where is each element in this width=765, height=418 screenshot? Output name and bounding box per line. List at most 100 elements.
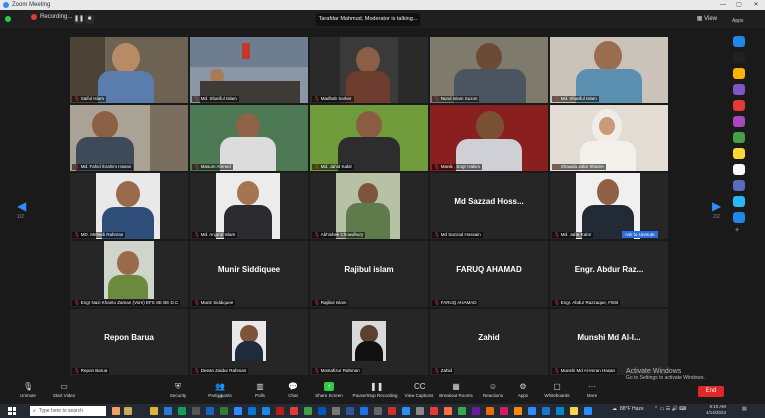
taskbar-app-icon[interactable] (472, 407, 480, 415)
ask-to-unmute-badge[interactable]: Ask to Unmute (622, 231, 658, 238)
taskbar-app-icon[interactable] (124, 407, 132, 415)
video-tile[interactable]: 🎙Md. Shariful Islam (190, 37, 308, 103)
name-only-tile[interactable]: Munir Siddiquee 🎙Munir Siddiquee (190, 241, 308, 307)
taskbar-app-icon[interactable] (112, 407, 120, 415)
video-tile[interactable]: 🎙Md. Shariful Islam (550, 37, 668, 103)
taskbar-app-icon[interactable] (402, 407, 410, 415)
maximize-button[interactable]: ▢ (732, 0, 746, 10)
system-tray-icons[interactable]: ⌃ ▭ ☰ 🔊 ⌨ (654, 406, 686, 412)
view-captions-button[interactable]: CC View Captions (399, 382, 439, 398)
app-icon[interactable] (733, 84, 745, 95)
taskbar-app-icon[interactable] (178, 407, 186, 415)
name-only-tile[interactable]: Repon Barua 🎙Repon Barua (70, 309, 188, 375)
taskbar-app-icon[interactable] (164, 407, 172, 415)
taskbar-app-icon[interactable] (304, 407, 312, 415)
taskbar-app-icon[interactable] (570, 407, 578, 415)
taskbar-app-icon[interactable] (556, 407, 564, 415)
taskbar-app-icon[interactable] (388, 407, 396, 415)
breakout-rooms-button[interactable]: ▦ Breakout Rooms (436, 382, 476, 398)
taskbar-app-icon[interactable] (276, 407, 284, 415)
video-tile[interactable]: 🎙MD. Mehedi Rahman (70, 173, 188, 239)
app-icon[interactable] (733, 180, 745, 191)
video-tile[interactable]: 🎙Md. Jafar Kabir Ask to Unmute (550, 173, 668, 239)
video-tile[interactable]: 🎙Shawda Jafar Shame (550, 105, 668, 171)
app-icon[interactable] (733, 52, 745, 63)
video-tile[interactable]: 🎙Madhab Sarker (310, 37, 428, 103)
taskbar-app-icon[interactable] (332, 407, 340, 415)
more-button[interactable]: ··· More (572, 382, 612, 398)
app-icon[interactable] (733, 68, 745, 79)
taskbar-app-icon[interactable] (486, 407, 494, 415)
taskbar-app-icon[interactable] (220, 407, 228, 415)
taskbar-app-icon[interactable] (318, 407, 326, 415)
add-app-icon[interactable]: + (735, 227, 739, 234)
name-only-tile[interactable]: Zahid 🎙Zahid (430, 309, 548, 375)
app-icon[interactable] (733, 132, 745, 143)
security-button[interactable]: ⛨ Security (158, 382, 198, 398)
clock[interactable]: 9:10 AM 4/14/2023 (706, 404, 726, 416)
taskbar-app-icon[interactable] (346, 407, 354, 415)
video-tile[interactable]: 🎙Abhishek Chowdhury (310, 173, 428, 239)
name-only-tile[interactable]: Md Sazzad Hoss... 🎙Md Sazzad Hossain (430, 173, 548, 239)
video-tile[interactable]: 🎙Mostafizur Rahman (310, 309, 428, 375)
app-icon[interactable] (733, 36, 745, 47)
taskbar-app-icon[interactable] (374, 407, 382, 415)
stop-recording-icon[interactable]: ■ (85, 15, 94, 24)
share-screen-button[interactable]: ↑ Share Screen (309, 382, 349, 398)
participants-button[interactable]: 👥27 Participants (200, 382, 240, 399)
taskbar-app-icon[interactable] (150, 407, 158, 415)
pause-recording-icon[interactable]: ❚❚ (74, 15, 84, 24)
app-icon[interactable] (733, 196, 745, 207)
taskbar-app-icon[interactable] (290, 407, 298, 415)
taskbar-app-icon[interactable] (500, 407, 508, 415)
taskbar-app-icon[interactable] (248, 407, 256, 415)
taskbar-app-icon[interactable] (262, 407, 270, 415)
recording-indicator[interactable]: Recording... (31, 14, 72, 20)
taskbar-app-icon[interactable] (542, 407, 550, 415)
next-page-arrow-icon[interactable]: ▶ (712, 199, 721, 213)
taskbar-app-icon[interactable] (430, 407, 438, 415)
app-icon[interactable] (733, 148, 745, 159)
view-button[interactable]: ▦ View (697, 15, 717, 22)
name-only-tile[interactable]: Rajibul islam 🎙Rajibul Islam (310, 241, 428, 307)
video-tile[interactable]: 🎙Masum Ahmed (190, 105, 308, 171)
video-tile[interactable]: 🎙Saiful Islam (70, 37, 188, 103)
taskbar-app-icon[interactable] (514, 407, 522, 415)
video-tile[interactable]: 🎙Nurul Islam Suzon (430, 37, 548, 103)
minimize-button[interactable]: — (716, 0, 730, 10)
taskbar-app-icon[interactable] (444, 407, 452, 415)
video-tile[interactable]: 🎙Engr Nazi Khanto Zaman (Vore) EFS SE BE… (70, 241, 188, 307)
whiteboards-button[interactable]: ▢ Whiteboards (537, 382, 577, 398)
taskbar-app-icon[interactable] (360, 407, 368, 415)
unmute-button[interactable]: 🎙 Unmute (8, 382, 48, 398)
end-meeting-button[interactable]: End (698, 386, 724, 397)
windows-start-icon[interactable] (8, 407, 16, 415)
taskbar-app-icon[interactable] (416, 407, 424, 415)
weather-icon[interactable]: ☁ (612, 406, 617, 412)
weather-label[interactable]: 88°F Haze (620, 406, 644, 412)
notification-icon[interactable]: ▤ (742, 406, 747, 412)
app-icon[interactable] (733, 116, 745, 127)
start-video-button[interactable]: ▭ Start Video (44, 382, 84, 398)
app-icon[interactable] (733, 100, 745, 111)
taskbar-search-box[interactable]: ⌕ Type here to search (30, 406, 106, 416)
video-tile[interactable]: 🎙Deean Zaidur Rahman (190, 309, 308, 375)
video-tile[interactable]: 🎙Manik , Engr Hakim (430, 105, 548, 171)
chat-button[interactable]: 💬 Chat (273, 382, 313, 398)
shield-icon[interactable] (5, 16, 11, 22)
taskbar-app-icon[interactable] (528, 407, 536, 415)
app-icon[interactable] (733, 212, 745, 223)
previous-page-arrow-icon[interactable]: ◀ (17, 199, 26, 213)
taskbar-app-icon[interactable] (206, 407, 214, 415)
video-tile[interactable]: 🎙Md. Jahid Kabir (310, 105, 428, 171)
taskbar-app-icon[interactable] (584, 407, 592, 415)
name-only-tile[interactable]: FARUQ AHAMAD 🎙FARUQ AHAMAD (430, 241, 548, 307)
taskbar-app-icon[interactable] (192, 407, 200, 415)
name-only-tile[interactable]: Munshi Md Al-I... 🎙Munshi Md Al-Imran Ha… (550, 309, 668, 375)
close-button[interactable]: ✕ (749, 0, 763, 10)
pause-stop-recording-button[interactable]: ❚❚ Pause/Stop Recording (352, 382, 398, 398)
video-tile[interactable]: 🎙Md. Fahid Ibrahim Hasan (70, 105, 188, 171)
app-icon[interactable] (733, 164, 745, 175)
video-tile[interactable]: 🎙Md. Anjurul Islam (190, 173, 308, 239)
name-only-tile[interactable]: Engr. Abdur Raz... 🎙Engr. Abdur Razzaque… (550, 241, 668, 307)
